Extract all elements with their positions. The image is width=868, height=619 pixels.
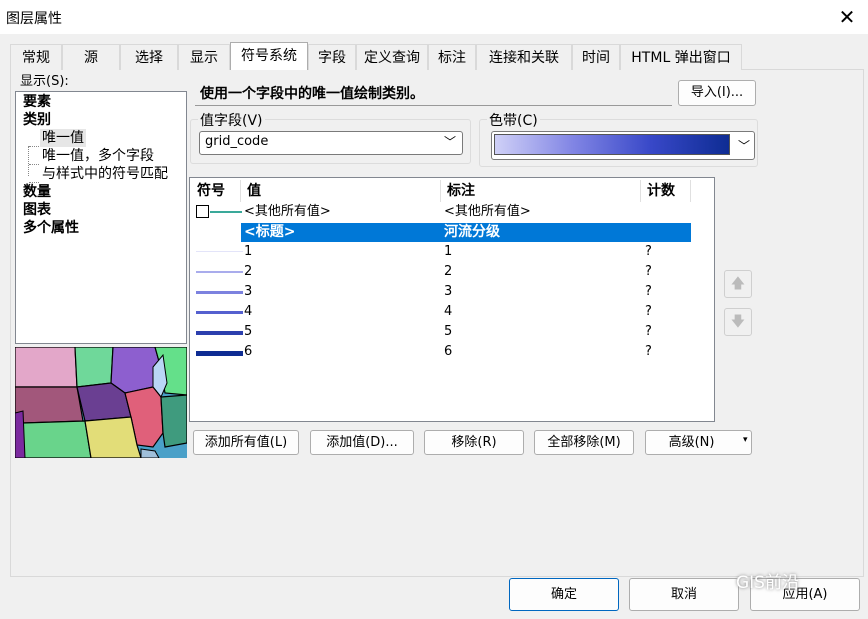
- tab-display[interactable]: 显示: [178, 44, 230, 70]
- watermark-text: GIS前沿: [736, 573, 799, 593]
- tree-item-categories[interactable]: 类别: [23, 111, 51, 129]
- row-label[interactable]: 6: [444, 343, 452, 361]
- row-count[interactable]: ?: [645, 283, 652, 301]
- tree-item-quantities[interactable]: 数量: [23, 183, 51, 201]
- close-icon[interactable]: ✕: [832, 3, 862, 31]
- row-symbol-line[interactable]: [196, 271, 243, 273]
- chevron-down-icon[interactable]: ﹀: [444, 133, 456, 150]
- renderer-description: 使用一个字段中的唯一值绘制类别。: [200, 86, 424, 102]
- row-count[interactable]: ?: [645, 323, 652, 341]
- heading-row-label[interactable]: 河流分级: [444, 223, 500, 241]
- tree-item-match-style[interactable]: 与样式中的符号匹配: [42, 165, 168, 183]
- remove-all-button[interactable]: 全部移除(M): [534, 430, 634, 455]
- row-value[interactable]: 2: [244, 263, 252, 281]
- row-count[interactable]: ?: [645, 303, 652, 321]
- tree-connector: [28, 146, 39, 183]
- show-label: 显示(S):: [20, 74, 69, 89]
- tree-item-unique-values-many[interactable]: 唯一值，多个字段: [42, 147, 154, 165]
- renderer-tree: 要素 类别 唯一值 唯一值，多个字段 与样式中的符号匹配 数量 图表 多个属性: [15, 91, 187, 344]
- row-label[interactable]: 2: [444, 263, 452, 281]
- row-symbol-line[interactable]: [196, 291, 243, 294]
- tab-strip: 常规 源 选择 显示 符号系统 字段 定义查询 标注 连接和关联 时间 HTML…: [10, 42, 752, 70]
- row-symbol-line[interactable]: [196, 331, 243, 335]
- title-bar: [0, 0, 868, 34]
- move-up-arrow-icon[interactable]: 🡅: [724, 270, 752, 298]
- tab-fields[interactable]: 字段: [308, 44, 356, 70]
- row-value[interactable]: 3: [244, 283, 252, 301]
- other-values-label[interactable]: <其他所有值>: [444, 203, 531, 221]
- tab-symbology[interactable]: 符号系统: [230, 42, 308, 70]
- tab-definition-query[interactable]: 定义查询: [356, 44, 428, 70]
- other-values-value[interactable]: <其他所有值>: [244, 203, 331, 221]
- header-count[interactable]: 计数: [641, 180, 691, 202]
- row-count[interactable]: ?: [645, 343, 652, 361]
- row-symbol-line[interactable]: [196, 311, 243, 314]
- other-values-line: [210, 211, 242, 213]
- tree-item-features[interactable]: 要素: [23, 93, 51, 111]
- row-label[interactable]: 4: [444, 303, 452, 321]
- color-ramp-label: 色带(C): [487, 110, 540, 130]
- window-title: 图层属性: [6, 11, 62, 27]
- ok-button[interactable]: 确定: [509, 578, 619, 611]
- cancel-button[interactable]: 取消: [629, 578, 739, 611]
- row-symbol-line[interactable]: [196, 251, 243, 252]
- tab-source[interactable]: 源: [62, 44, 120, 70]
- color-ramp-swatch: [494, 134, 730, 155]
- value-field-label: 值字段(V): [198, 110, 265, 130]
- header-label[interactable]: 标注: [441, 180, 641, 202]
- heading-row-value[interactable]: <标题>: [244, 223, 295, 241]
- row-symbol-line[interactable]: [196, 351, 243, 356]
- dropdown-arrow-icon[interactable]: ▾: [743, 435, 748, 445]
- import-button[interactable]: 导入(I)...: [678, 80, 756, 106]
- tab-joins-relates[interactable]: 连接和关联: [476, 44, 572, 70]
- header-value[interactable]: 值: [241, 180, 441, 202]
- row-label[interactable]: 1: [444, 243, 452, 261]
- row-value[interactable]: 1: [244, 243, 252, 261]
- value-field-value: grid_code: [205, 134, 269, 149]
- move-down-arrow-icon[interactable]: 🡇: [724, 308, 752, 336]
- tab-selection[interactable]: 选择: [120, 44, 178, 70]
- add-values-button[interactable]: 添加值(D)...: [310, 430, 414, 455]
- row-count[interactable]: ?: [645, 263, 652, 281]
- row-label[interactable]: 3: [444, 283, 452, 301]
- row-count[interactable]: ?: [645, 243, 652, 261]
- tree-item-charts[interactable]: 图表: [23, 201, 51, 219]
- other-values-symbol[interactable]: [196, 205, 209, 218]
- add-all-values-button[interactable]: 添加所有值(L): [193, 430, 299, 455]
- tab-labels[interactable]: 标注: [428, 44, 476, 70]
- preview-map-image: [15, 347, 187, 458]
- row-value[interactable]: 4: [244, 303, 252, 321]
- row-label[interactable]: 5: [444, 323, 452, 341]
- remove-button[interactable]: 移除(R): [424, 430, 524, 455]
- header-symbol[interactable]: 符号: [191, 180, 241, 202]
- advanced-button[interactable]: 高级(N): [645, 430, 752, 455]
- tab-time[interactable]: 时间: [572, 44, 620, 70]
- chevron-down-icon[interactable]: ﹀: [738, 137, 750, 154]
- tab-general[interactable]: 常规: [10, 44, 62, 70]
- tab-html-popup[interactable]: HTML 弹出窗口: [620, 44, 742, 70]
- tree-item-unique-values[interactable]: 唯一值: [40, 129, 86, 147]
- row-value[interactable]: 5: [244, 323, 252, 341]
- tree-item-multiple-attributes[interactable]: 多个属性: [23, 219, 79, 237]
- row-value[interactable]: 6: [244, 343, 252, 361]
